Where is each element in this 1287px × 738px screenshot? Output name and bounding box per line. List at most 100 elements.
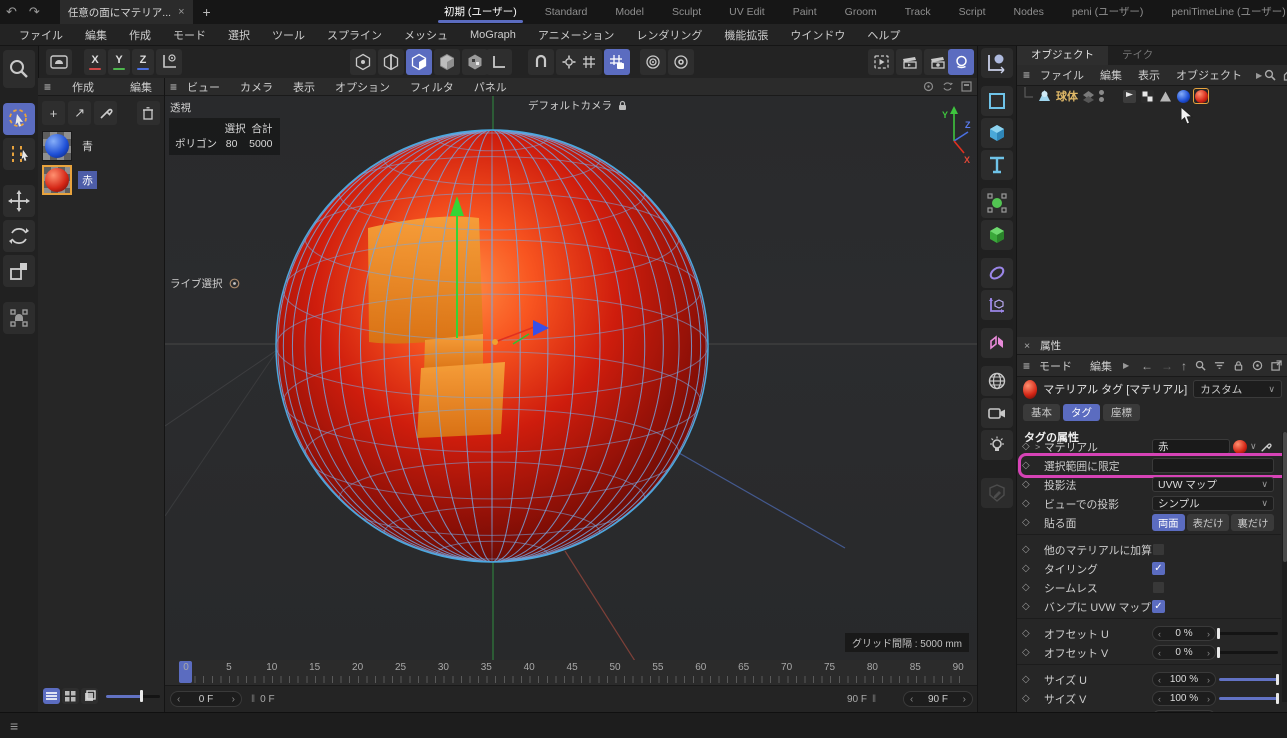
attr-forward-icon[interactable]: → bbox=[1161, 359, 1173, 373]
interactive-render-icon[interactable] bbox=[948, 49, 974, 75]
live-selection-tool-button[interactable] bbox=[3, 103, 35, 135]
checkbox-シームレス[interactable] bbox=[1152, 581, 1165, 594]
layout-tab-Nodes[interactable]: Nodes bbox=[999, 0, 1057, 24]
parameter-diamond-icon[interactable]: ◇ bbox=[1022, 544, 1035, 555]
material-item-赤[interactable]: 赤 bbox=[38, 163, 164, 197]
viewport-sync-icon[interactable] bbox=[942, 81, 953, 92]
parameter-diamond-icon[interactable]: ◇ bbox=[1022, 479, 1035, 490]
parameter-diamond-icon[interactable]: ◇ bbox=[1022, 674, 1035, 685]
slider-オフセット V[interactable] bbox=[1219, 646, 1278, 659]
text-object-icon[interactable] bbox=[981, 150, 1013, 180]
menu-レンダリング[interactable]: レンダリング bbox=[625, 27, 713, 43]
viewport-canvas[interactable]: Y Z X bbox=[165, 96, 977, 661]
om-menu-overflow-icon[interactable]: ▶ bbox=[1252, 71, 1262, 80]
material-edit-icon-disabled[interactable] bbox=[981, 478, 1013, 508]
spinner-サイズ V[interactable]: ‹100 %› bbox=[1152, 691, 1216, 706]
target-rings-icon[interactable] bbox=[640, 49, 666, 75]
attr-target-icon[interactable] bbox=[1252, 360, 1263, 371]
material-menu-作成[interactable]: 作成 bbox=[61, 79, 105, 95]
slider-handle[interactable] bbox=[1217, 628, 1220, 639]
om-menu-オブジェクト[interactable]: オブジェクト bbox=[1168, 67, 1250, 83]
render-settings-icon[interactable] bbox=[924, 49, 950, 75]
spin-decrement-icon[interactable]: ‹ bbox=[1158, 648, 1161, 658]
dropdown-ビューでの投影[interactable]: シンプル∨ bbox=[1152, 496, 1274, 511]
material-tag-blue-icon[interactable] bbox=[1176, 89, 1190, 103]
workplane-icon[interactable] bbox=[486, 49, 512, 75]
parameter-diamond-icon[interactable]: ◇ bbox=[1022, 628, 1035, 639]
material-tag-red-icon[interactable] bbox=[1194, 89, 1208, 103]
attr-lock-icon[interactable] bbox=[1233, 360, 1244, 371]
attr-menu-モード[interactable]: モード bbox=[1030, 358, 1081, 374]
om-menu-編集[interactable]: 編集 bbox=[1092, 67, 1130, 83]
parameter-diamond-icon[interactable]: ◇ bbox=[1022, 563, 1035, 574]
material-link-field[interactable]: 赤 bbox=[1152, 439, 1230, 454]
om-menu-ファイル[interactable]: ファイル bbox=[1032, 67, 1092, 83]
material-thumbnail[interactable] bbox=[42, 165, 72, 195]
lock-z-axis-button[interactable]: Z bbox=[132, 49, 154, 75]
snap-magnet-icon[interactable] bbox=[528, 49, 554, 75]
edges-mode-icon[interactable] bbox=[378, 49, 404, 75]
menu-機能拡張[interactable]: 機能拡張 bbox=[713, 27, 779, 43]
preset-dropdown[interactable]: カスタム ∨ bbox=[1193, 380, 1282, 398]
lock-y-axis-button[interactable]: Y bbox=[108, 49, 130, 75]
menu-アニメーション[interactable]: アニメーション bbox=[527, 27, 626, 43]
menu-ファイル[interactable]: ファイル bbox=[8, 27, 74, 43]
menu-作成[interactable]: 作成 bbox=[118, 27, 162, 43]
parameter-diamond-icon[interactable]: ◇ bbox=[1022, 498, 1035, 509]
thumbnail-size-slider[interactable] bbox=[106, 690, 160, 702]
viewport-menu-フィルタ[interactable]: フィルタ bbox=[400, 79, 464, 95]
polygons-mode-icon[interactable] bbox=[406, 49, 432, 75]
eyedropper-button[interactable] bbox=[94, 101, 117, 125]
search-commander-button[interactable] bbox=[3, 50, 35, 88]
option-button-裏だけ[interactable]: 裏だけ bbox=[1231, 514, 1274, 531]
om-tab-オブジェクト[interactable]: オブジェクト bbox=[1017, 46, 1108, 65]
spinner-オフセット U[interactable]: ‹0 %› bbox=[1152, 626, 1216, 641]
camera-icon[interactable] bbox=[981, 398, 1013, 428]
om-menu-表示[interactable]: 表示 bbox=[1130, 67, 1168, 83]
attr-menu-overflow-icon[interactable]: ▶ bbox=[1121, 361, 1129, 370]
undo-icon[interactable]: ↶ bbox=[0, 4, 23, 20]
material-menu-編集[interactable]: 編集 bbox=[119, 79, 163, 95]
parameter-diamond-icon[interactable]: ◇ bbox=[1022, 460, 1035, 471]
material-link-caret-icon[interactable]: ∨ bbox=[1250, 441, 1257, 452]
grid-toggle-icon[interactable] bbox=[576, 49, 602, 75]
phong-tag-icon[interactable] bbox=[1158, 89, 1172, 103]
spline-pen-icon[interactable] bbox=[981, 48, 1013, 78]
parameter-diamond-icon[interactable]: ◇ bbox=[1022, 582, 1035, 593]
layer-icon[interactable] bbox=[1082, 90, 1095, 103]
symmetry-icon[interactable] bbox=[981, 328, 1013, 358]
texture-mode-icon[interactable] bbox=[462, 49, 488, 75]
range-start-marker[interactable]: ‖0 F bbox=[251, 694, 275, 705]
checkbox-他のマテリアルに加算[interactable] bbox=[1152, 543, 1165, 556]
menu-メッシュ[interactable]: メッシュ bbox=[393, 27, 459, 43]
spin-decrement-icon[interactable]: ‹ bbox=[1158, 694, 1161, 704]
menu-スプライン[interactable]: スプライン bbox=[316, 27, 393, 43]
sphere-object[interactable] bbox=[276, 124, 708, 568]
parameter-diamond-icon[interactable]: ◇ bbox=[1022, 693, 1035, 704]
om-hamburger-icon[interactable]: ≡ bbox=[1023, 68, 1030, 82]
timeline-ruler[interactable]: 051015202530354045505560657075808590 bbox=[165, 660, 977, 686]
slider-handle[interactable] bbox=[1276, 674, 1279, 685]
material-item-青[interactable]: 青 bbox=[38, 129, 164, 163]
object-row-sphere[interactable]: 球体 bbox=[1017, 86, 1287, 106]
attr-menu-編集[interactable]: 編集 bbox=[1081, 358, 1121, 374]
spin-increment-icon[interactable]: › bbox=[1207, 648, 1210, 658]
document-tab[interactable]: 任意の面にマテリア... × bbox=[60, 0, 193, 24]
parameter-diamond-icon[interactable]: ◇ bbox=[1022, 601, 1035, 612]
viewport-panel[interactable]: ≡ ビューカメラ表示オプションフィルタパネル bbox=[165, 78, 977, 660]
attr-up-icon[interactable]: ↑ bbox=[1181, 359, 1187, 373]
layout-tab-peni (ユーザー)[interactable]: peni (ユーザー) bbox=[1058, 0, 1158, 24]
menu-選択[interactable]: 選択 bbox=[217, 27, 261, 43]
layout-tab-Sculpt[interactable]: Sculpt bbox=[658, 0, 715, 24]
coordinate-system-icon[interactable] bbox=[156, 49, 182, 75]
attr-back-icon[interactable]: ← bbox=[1141, 359, 1153, 373]
sphere-object-icon[interactable] bbox=[1037, 89, 1052, 104]
deformer-icon[interactable] bbox=[981, 258, 1013, 288]
target-gear-icon[interactable] bbox=[668, 49, 694, 75]
viewport-maximize-icon[interactable] bbox=[961, 81, 972, 92]
material-link-ball-icon[interactable] bbox=[1233, 440, 1247, 454]
attr-hamburger-icon[interactable]: ≡ bbox=[1023, 359, 1030, 373]
status-hamburger-icon[interactable]: ≡ bbox=[10, 718, 18, 734]
material-thumbnail[interactable] bbox=[42, 131, 72, 161]
scale-tool-button[interactable] bbox=[3, 255, 35, 287]
